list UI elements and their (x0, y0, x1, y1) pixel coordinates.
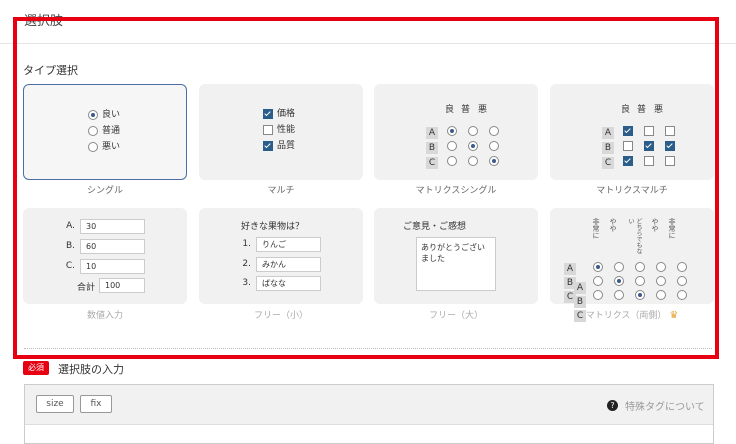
choices-input-label: 選択肢の入力 (58, 363, 124, 376)
question-circle-icon[interactable]: ? (607, 400, 618, 411)
dotted-divider (24, 348, 712, 349)
size-button[interactable]: size (36, 395, 74, 413)
special-tags-help-link[interactable]: 特殊タグについて (625, 398, 705, 413)
fix-button[interactable]: fix (80, 395, 112, 413)
highlight-frame (13, 17, 719, 359)
required-badge: 必須 (23, 361, 49, 375)
